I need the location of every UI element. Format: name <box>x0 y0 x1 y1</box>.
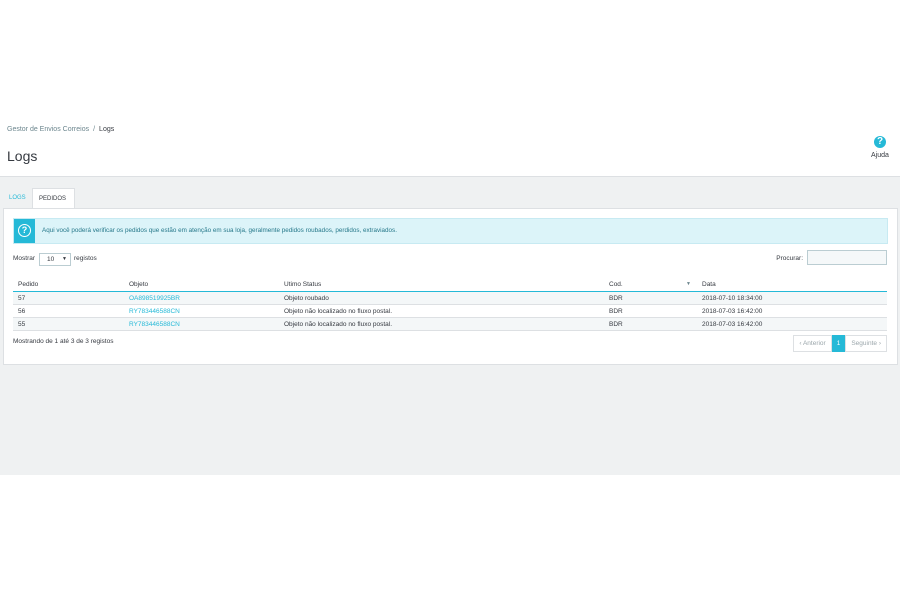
question-icon: ? <box>18 224 31 237</box>
length-label-after: registos <box>74 255 97 262</box>
column-header-objeto[interactable]: Objeto <box>124 277 279 292</box>
table-header-row: Pedido Objeto Utimo Status Cod. ▼ Data <box>13 277 887 292</box>
table-row: 57 OA898519925BR Objeto roubado BDR 2018… <box>13 291 887 305</box>
search-label: Procurar: <box>776 255 803 262</box>
search-input[interactable] <box>807 250 887 265</box>
next-page-button[interactable]: Seguinte › <box>845 335 887 352</box>
previous-page-button[interactable]: ‹ Anterior <box>793 335 832 352</box>
cell-data: 2018-07-03 16:42:00 <box>697 317 887 331</box>
breadcrumb-current: Logs <box>99 126 115 133</box>
page-title: Logs <box>7 148 38 165</box>
cell-pedido: 57 <box>13 291 124 305</box>
tab-pedidos-em-atencao[interactable]: PEDIDOS EM ATENÇÃO <box>32 188 75 242</box>
cell-data: 2018-07-03 16:42:00 <box>697 304 887 318</box>
length-label-before: Mostrar <box>13 255 36 262</box>
info-alert: ? Aqui você poderá verificar os pedidos … <box>13 218 888 244</box>
cell-cod: BDR <box>604 317 697 331</box>
column-header-cod[interactable]: Cod. ▼ <box>604 277 697 292</box>
previous-page-label: Anterior <box>802 340 826 347</box>
table-row: 56 RY783446588CN Objeto não localizado n… <box>13 304 887 318</box>
sort-desc-icon: ▼ <box>686 280 691 287</box>
objeto-link[interactable]: OA898519925BR <box>129 295 180 302</box>
alert-text: Aqui você poderá verificar os pedidos qu… <box>42 227 397 234</box>
table-row: 55 RY783446588CN Objeto não localizado n… <box>13 317 887 331</box>
tab-panel: ? Aqui você poderá verificar os pedidos … <box>3 208 898 365</box>
column-header-pedido[interactable]: Pedido <box>13 277 124 292</box>
next-page-label: Seguinte <box>851 340 878 347</box>
help-label: Ajuda <box>871 152 889 159</box>
objeto-link[interactable]: RY783446588CN <box>129 308 180 315</box>
breadcrumb-separator: / <box>93 126 96 133</box>
column-header-cod-label: Cod. <box>609 280 623 288</box>
chevron-right-icon: › <box>878 340 881 347</box>
page-length-select[interactable]: 10 ▼ <box>39 253 71 266</box>
help-button[interactable]: ? Ajuda <box>866 136 894 159</box>
cell-cod: BDR <box>604 291 697 305</box>
chevron-left-icon: ‹ <box>799 340 802 347</box>
cell-status: Objeto não localizado no fluxo postal. <box>279 317 604 331</box>
cell-data: 2018-07-10 18:34:00 <box>697 291 887 305</box>
page-number-button[interactable]: 1 <box>831 335 846 352</box>
pagination: ‹ Anterior 1 Seguinte › <box>793 335 887 352</box>
question-circle-icon: ? <box>874 136 886 148</box>
tab-logs[interactable]: LOGS <box>3 188 32 208</box>
cell-status: Objeto não localizado no fluxo postal. <box>279 304 604 318</box>
cell-pedido: 56 <box>13 304 124 318</box>
breadcrumb: Gestor de Envios Correios / Logs <box>7 126 114 133</box>
page-length-value: 10 <box>47 256 55 263</box>
cell-status: Objeto roubado <box>279 291 604 305</box>
cell-cod: BDR <box>604 304 697 318</box>
chevron-down-icon: ▼ <box>62 256 67 262</box>
cell-pedido: 55 <box>13 317 124 331</box>
table-info: Mostrando de 1 até 3 de 3 registos <box>13 338 114 345</box>
breadcrumb-parent-link[interactable]: Gestor de Envios Correios <box>7 126 89 133</box>
column-header-status[interactable]: Utimo Status <box>279 277 604 292</box>
column-header-data[interactable]: Data <box>697 277 887 292</box>
app-content: Gestor de Envios Correios / Logs Logs ? Aj… <box>0 113 900 475</box>
orders-table: Pedido Objeto Utimo Status Cod. ▼ Data 57… <box>13 277 887 331</box>
alert-icon-box: ? <box>14 219 35 243</box>
objeto-link[interactable]: RY783446588CN <box>129 321 180 328</box>
page-header: Gestor de Envios Correios / Logs Logs ? Aj… <box>0 113 900 177</box>
